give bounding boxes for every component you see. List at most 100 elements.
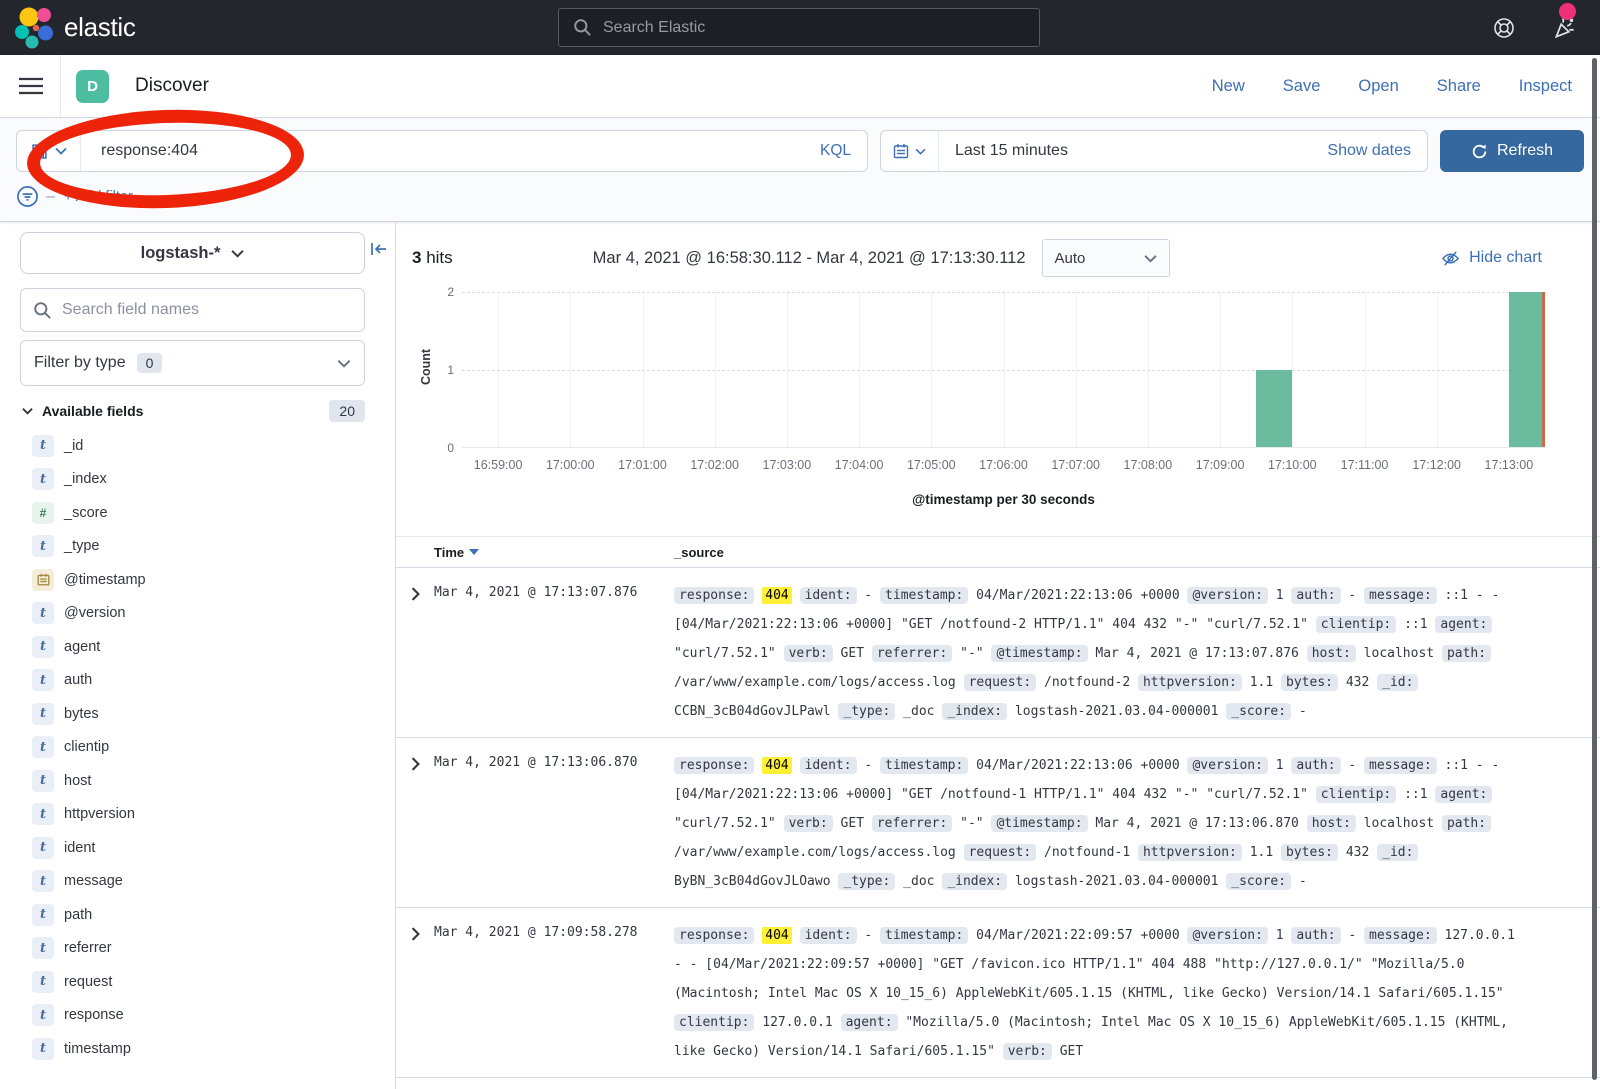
field-key-badge: clientip: bbox=[674, 1014, 754, 1031]
field-item-_score[interactable]: #_score bbox=[20, 496, 365, 530]
query-input[interactable]: response:404 KQL bbox=[16, 130, 868, 172]
string-field-icon: t bbox=[32, 669, 54, 691]
field-key-badge: ident: bbox=[800, 587, 857, 604]
field-name: ident bbox=[64, 840, 95, 856]
hide-chart-button[interactable]: Hide chart bbox=[1441, 249, 1542, 268]
field-item-response[interactable]: tresponse bbox=[20, 999, 365, 1033]
string-field-icon: t bbox=[32, 435, 54, 457]
filter-icon[interactable] bbox=[16, 185, 39, 208]
field-name: _id bbox=[64, 438, 83, 454]
field-item-timestamp[interactable]: ttimestamp bbox=[20, 1032, 365, 1066]
quick-select-time-button[interactable] bbox=[881, 131, 939, 171]
field-item-_id[interactable]: t _id bbox=[20, 429, 365, 463]
expand-row-button[interactable] bbox=[396, 581, 434, 726]
index-pattern-select[interactable]: logstash-* bbox=[20, 232, 365, 274]
field-item-_type[interactable]: t_type bbox=[20, 530, 365, 564]
table-header: Time _source bbox=[396, 536, 1600, 568]
field-item-host[interactable]: thost bbox=[20, 764, 365, 798]
field-search-input[interactable]: Search field names bbox=[20, 288, 365, 332]
y-tick-label: 2 bbox=[447, 285, 454, 299]
collapse-sidebar-button[interactable] bbox=[370, 241, 388, 262]
calendar-icon bbox=[893, 143, 909, 159]
row-timestamp: Mar 4, 2021 @ 17:13:07.876 bbox=[434, 581, 674, 726]
nav-action-inspect[interactable]: Inspect bbox=[1519, 77, 1572, 96]
field-name: agent bbox=[64, 639, 100, 655]
nav-action-share[interactable]: Share bbox=[1437, 77, 1481, 96]
current-time-marker bbox=[1542, 292, 1545, 447]
field-name: clientip bbox=[64, 739, 109, 755]
interval-value: Auto bbox=[1055, 250, 1086, 267]
expand-row-button[interactable] bbox=[396, 751, 434, 896]
field-key-badge: _id: bbox=[1377, 844, 1418, 861]
nav-action-open[interactable]: Open bbox=[1358, 77, 1398, 96]
show-dates-button[interactable]: Show dates bbox=[1327, 142, 1411, 160]
date-field-icon bbox=[32, 569, 54, 591]
nav-action-new[interactable]: New bbox=[1212, 77, 1245, 96]
field-item-auth[interactable]: tauth bbox=[20, 664, 365, 698]
horizontal-gridline bbox=[462, 370, 1545, 371]
help-icon[interactable] bbox=[1492, 16, 1516, 40]
field-list: t_idt_index#_scoret_type@timestampt@vers… bbox=[20, 429, 365, 1066]
field-key-badge: host: bbox=[1307, 815, 1356, 832]
nav-action-save[interactable]: Save bbox=[1283, 77, 1321, 96]
field-item-@timestamp[interactable]: @timestamp bbox=[20, 563, 365, 597]
y-tick-label: 0 bbox=[447, 441, 454, 455]
field-item-agent[interactable]: tagent bbox=[20, 630, 365, 664]
field-key-badge: path: bbox=[1442, 815, 1491, 832]
elastic-logo[interactable]: elastic bbox=[14, 6, 136, 50]
expand-row-button[interactable] bbox=[396, 921, 434, 1066]
table-row: Mar 4, 2021 @ 17:09:58.278response: 404 … bbox=[396, 908, 1600, 1078]
string-field-icon: t bbox=[32, 837, 54, 859]
field-name: @timestamp bbox=[64, 572, 146, 588]
field-key-badge: response: bbox=[674, 757, 754, 774]
field-item-ident[interactable]: tident bbox=[20, 831, 365, 865]
x-tick-label: 16:59:00 bbox=[474, 458, 523, 472]
field-item-_index[interactable]: t_index bbox=[20, 463, 365, 497]
histogram-bar-17:13:00[interactable] bbox=[1509, 292, 1545, 447]
time-column-header[interactable]: Time bbox=[434, 545, 674, 560]
field-item-@version[interactable]: t@version bbox=[20, 597, 365, 631]
field-item-referrer[interactable]: treferrer bbox=[20, 932, 365, 966]
query-text[interactable]: response:404 bbox=[101, 142, 820, 160]
field-key-badge: @timestamp: bbox=[991, 815, 1087, 832]
available-fields-accordion[interactable]: Available fields 20 bbox=[20, 400, 365, 422]
field-key-badge: auth: bbox=[1291, 757, 1340, 774]
y-tick-label: 1 bbox=[447, 363, 454, 377]
menu-icon[interactable] bbox=[18, 74, 44, 98]
field-name: _type bbox=[64, 538, 99, 554]
field-item-request[interactable]: trequest bbox=[20, 965, 365, 999]
table-row: Mar 4, 2021 @ 17:13:06.870response: 404 … bbox=[396, 738, 1600, 908]
x-tick-label: 17:10:00 bbox=[1268, 458, 1317, 472]
field-key-badge: bytes: bbox=[1281, 674, 1338, 691]
field-item-bytes[interactable]: tbytes bbox=[20, 697, 365, 731]
add-filter-button[interactable]: + Add filter bbox=[64, 189, 133, 205]
time-range-value[interactable]: Last 15 minutes bbox=[955, 142, 1327, 160]
string-field-icon: t bbox=[32, 703, 54, 725]
x-tick-label: 17:03:00 bbox=[763, 458, 812, 472]
chevron-down-icon bbox=[55, 147, 67, 155]
field-key-badge: response: bbox=[674, 587, 754, 604]
interval-select[interactable]: Auto bbox=[1042, 239, 1170, 277]
field-key-badge: request: bbox=[964, 674, 1037, 691]
refresh-button[interactable]: Refresh bbox=[1440, 130, 1584, 172]
global-search-input[interactable]: Search Elastic bbox=[558, 8, 1040, 47]
histogram-bar-17:09:30[interactable] bbox=[1256, 370, 1292, 448]
field-item-clientip[interactable]: t clientip bbox=[20, 731, 365, 765]
field-name: request bbox=[64, 974, 112, 990]
filter-by-type-select[interactable]: Filter by type 0 bbox=[20, 340, 365, 386]
string-field-icon: t bbox=[32, 1004, 54, 1026]
string-field-icon: t bbox=[32, 636, 54, 658]
field-key-badge: request: bbox=[964, 844, 1037, 861]
string-field-icon: t bbox=[32, 904, 54, 926]
field-item-message[interactable]: tmessage bbox=[20, 865, 365, 899]
kibana-discover-page: elastic Search Elastic bbox=[0, 0, 1600, 1089]
field-item-path[interactable]: tpath bbox=[20, 898, 365, 932]
scrollbar-thumb[interactable] bbox=[1592, 58, 1597, 1080]
refresh-label: Refresh bbox=[1497, 142, 1553, 160]
string-field-icon: t bbox=[32, 736, 54, 758]
row-source: response: 404 ident: - timestamp: 04/Mar… bbox=[674, 751, 1600, 896]
field-key-badge: verb: bbox=[1003, 1043, 1052, 1060]
saved-query-menu-button[interactable] bbox=[17, 131, 81, 171]
field-item-httpversion[interactable]: thttpversion bbox=[20, 798, 365, 832]
kql-language-button[interactable]: KQL bbox=[820, 142, 851, 160]
